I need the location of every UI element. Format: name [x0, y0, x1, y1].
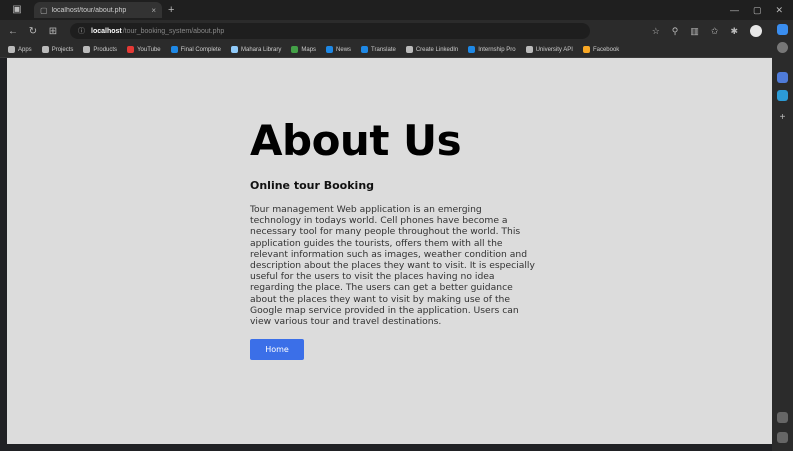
bookmark-label: Create LinkedIn [415, 46, 459, 53]
bookmark-favicon-icon [291, 46, 299, 53]
sidebar-settings-icon[interactable] [777, 432, 788, 443]
bookmark-favicon-icon [361, 46, 369, 53]
bookmark-favicon-icon [326, 46, 334, 53]
bookmark-label: Translate [371, 46, 396, 53]
site-info-icon[interactable]: ⓘ [78, 26, 85, 36]
bookmark-label: Internship Pro [478, 46, 516, 53]
browser-tab-bar: ▣ ▢ localhost/tour/about.php × + — ▢ ✕ [0, 0, 793, 20]
url-path: /tour_booking_system/about.php [122, 27, 225, 35]
url-host: localhost [91, 27, 122, 35]
browser-toolbar: ← ↻ ⊞ ⓘ localhost /tour_booking_system/a… [0, 20, 793, 42]
bookmark-favicon-icon [468, 46, 476, 53]
bookmark-label: News [336, 46, 352, 53]
sidebar-layout-icon[interactable] [777, 412, 788, 423]
split-screen-icon[interactable]: ▥ [690, 26, 699, 37]
toolbar-icons: ☆ ⚲ ▥ ✩ ✱ ⋯ [652, 25, 783, 37]
bookmark-item[interactable]: YouTube [127, 46, 161, 53]
sidebar-search-icon[interactable] [777, 42, 788, 53]
bookmark-item[interactable]: Translate [361, 46, 396, 53]
bookmark-favicon-icon [8, 46, 15, 53]
browser-sidebar: + [772, 20, 793, 451]
bookmark-item[interactable]: University API [525, 46, 573, 53]
bookmark-label: Final Complete [180, 46, 221, 53]
bookmark-item[interactable]: Apps [8, 46, 32, 53]
bookmark-item[interactable]: Maps [291, 46, 316, 53]
bookmark-item[interactable]: Mahara Library [231, 46, 281, 53]
page-subtitle: Online tour Booking [250, 179, 375, 192]
bookmark-label: YouTube [137, 46, 161, 53]
add-sidebar-app-icon[interactable]: + [777, 112, 788, 123]
bookmark-favicon-icon [405, 46, 413, 53]
bookmark-label: Facebook [592, 46, 620, 53]
tab-search-icon[interactable]: ⊞ [46, 26, 60, 37]
address-bar[interactable]: ⓘ localhost /tour_booking_system/about.p… [70, 23, 590, 39]
bookmark-label: Projects [51, 46, 74, 53]
bookmark-label: Products [93, 46, 118, 53]
bookmark-star-icon[interactable]: ☆ [652, 26, 660, 37]
bookmark-item[interactable]: Projects [41, 46, 74, 53]
bookmark-item[interactable]: News [326, 46, 351, 53]
bookmark-favicon-icon [582, 46, 590, 53]
bookmark-item[interactable]: Facebook [582, 46, 620, 53]
tools-icon[interactable] [777, 90, 788, 101]
bookmark-favicon-icon [41, 46, 49, 53]
about-section: About Us Online tour Booking Tour manage… [250, 116, 540, 361]
bookmark-favicon-icon [525, 46, 533, 53]
bookmark-favicon-icon [170, 46, 178, 53]
bookmarks-bar: Apps Projects Products YouTube Final Complet… [0, 42, 793, 58]
favorites-icon[interactable]: ✩ [711, 26, 719, 37]
maximize-icon[interactable]: ▢ [753, 5, 762, 16]
bookmark-favicon-icon [127, 46, 135, 53]
home-button[interactable]: Home [250, 339, 304, 361]
minimize-icon[interactable]: — [730, 5, 739, 16]
new-tab-button[interactable]: + [168, 4, 174, 16]
zoom-icon[interactable]: ⚲ [672, 26, 679, 37]
window-menu-icon[interactable]: ▣ [10, 3, 24, 17]
bookmark-label: University API [535, 46, 573, 53]
bookmark-label: Mahara Library [241, 46, 282, 53]
page-title: About Us [250, 116, 462, 165]
bookmark-item[interactable]: Create LinkedIn [405, 46, 459, 53]
reload-icon[interactable]: ↻ [26, 26, 40, 37]
about-paragraph: Tour management Web application is an em… [250, 204, 535, 328]
bookmark-item[interactable]: Products [83, 46, 117, 53]
close-window-icon[interactable]: ✕ [775, 5, 783, 16]
profile-avatar[interactable] [750, 25, 762, 37]
extensions-icon[interactable]: ✱ [730, 26, 738, 37]
bookmark-label: Apps [18, 46, 32, 53]
tab-title: localhost/tour/about.php [51, 6, 127, 14]
page-viewport: About Us Online tour Booking Tour manage… [7, 58, 772, 444]
back-icon[interactable]: ← [6, 26, 20, 37]
browser-tab[interactable]: ▢ localhost/tour/about.php × [34, 2, 162, 18]
bookmark-favicon-icon [231, 46, 238, 53]
window-controls: — ▢ ✕ [730, 5, 783, 16]
bookmark-favicon-icon [83, 46, 91, 53]
bookmark-label: Maps [301, 46, 317, 53]
copilot-icon[interactable] [777, 24, 788, 35]
page-favicon-icon: ▢ [40, 5, 48, 15]
bookmark-item[interactable]: Internship Pro [468, 46, 516, 53]
shopping-icon[interactable] [777, 72, 788, 83]
tab-close-icon[interactable]: × [151, 6, 156, 15]
bookmark-item[interactable]: Final Complete [170, 46, 221, 53]
